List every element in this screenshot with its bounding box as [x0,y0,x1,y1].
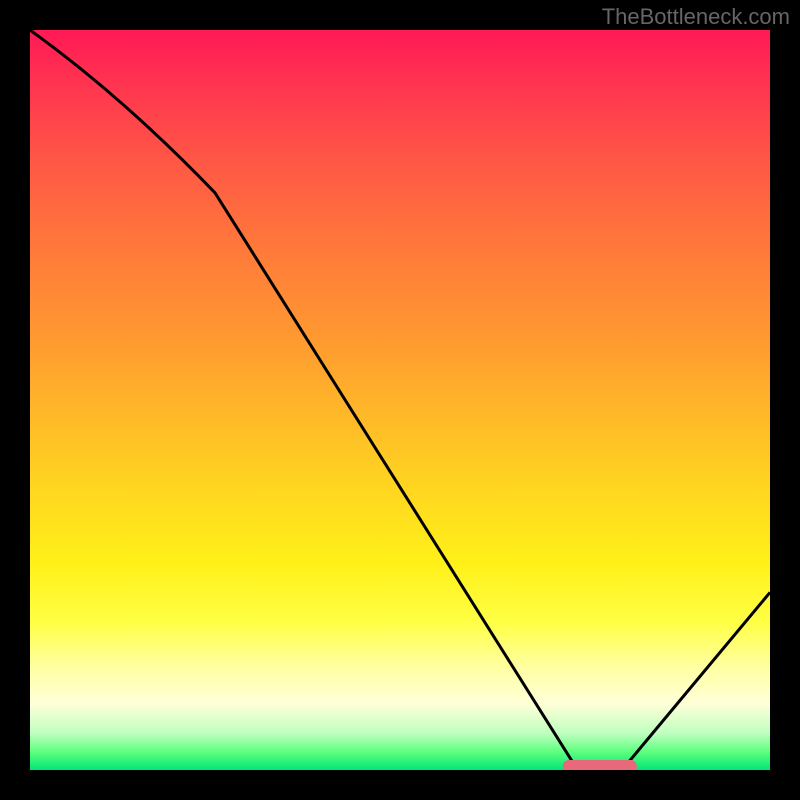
bottleneck-curve [30,30,770,770]
chart-curve-overlay [30,30,770,770]
optimal-marker [563,760,637,770]
attribution-text: TheBottleneck.com [602,4,790,30]
